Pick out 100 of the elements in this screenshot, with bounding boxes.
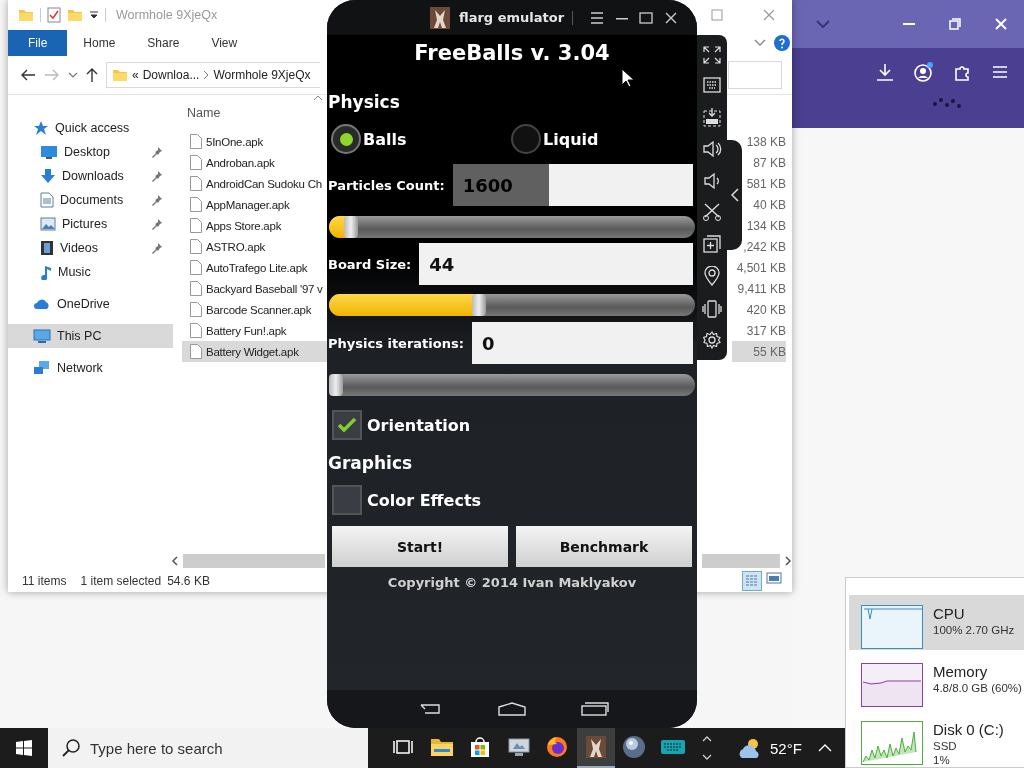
- file-item[interactable]: Battery Fun!.apk: [182, 320, 327, 341]
- column-header[interactable]: Name: [187, 106, 221, 120]
- resource-item[interactable]: CPU 100% 2.70 GHz: [849, 595, 1024, 650]
- nav-item[interactable]: Pictures: [8, 212, 173, 236]
- resource-item[interactable]: Disk 0 (C:) SSD 1%: [849, 711, 1024, 767]
- checkbox-label[interactable]: Orientation: [367, 415, 471, 435]
- file-item[interactable]: AppManager.apk: [182, 194, 327, 215]
- slider[interactable]: [329, 216, 695, 238]
- pin-icon[interactable]: [151, 194, 163, 206]
- overflow-mark[interactable]: «: [132, 68, 139, 82]
- slider-thumb[interactable]: [472, 294, 487, 316]
- breadcrumb[interactable]: Wormhole 9XjeQx: [213, 68, 311, 82]
- chevron-down-icon[interactable]: [754, 39, 766, 47]
- action-button[interactable]: Benchmark: [516, 526, 692, 567]
- windows-logo-icon[interactable]: [16, 740, 32, 756]
- add-window-icon[interactable]: [703, 234, 721, 253]
- temperature[interactable]: 52°F: [770, 739, 802, 757]
- scrollbar-track[interactable]: [702, 554, 780, 568]
- input-field[interactable]: 44: [419, 243, 693, 285]
- copyright-text: Copyright © 2014 Ivan Maklyakov: [387, 575, 637, 590]
- scroll-arrows-icon[interactable]: [702, 735, 712, 761]
- restore-icon[interactable]: [949, 18, 961, 30]
- pin-icon[interactable]: [151, 170, 163, 182]
- chevron-left-icon[interactable]: [731, 188, 739, 202]
- menu-icon[interactable]: [589, 11, 604, 24]
- back-arrow-icon[interactable]: [20, 69, 36, 81]
- file-item[interactable]: Battery Widget.apk: [182, 341, 327, 362]
- nav-item[interactable]: Desktop: [8, 140, 173, 164]
- pin-icon[interactable]: [151, 146, 163, 158]
- radio-button[interactable]: [511, 124, 541, 154]
- ribbon-tab[interactable]: View: [195, 30, 254, 56]
- nav-item[interactable]: Music: [8, 260, 173, 284]
- nav-item[interactable]: Downloads: [8, 164, 173, 188]
- breadcrumb[interactable]: Downloa...: [142, 68, 200, 82]
- up-arrow-icon[interactable]: [86, 67, 98, 83]
- volume-up-icon[interactable]: [702, 140, 722, 159]
- large-icons-view-icon[interactable]: [766, 571, 782, 585]
- checkbox[interactable]: [332, 485, 362, 515]
- pin-icon[interactable]: [151, 218, 163, 230]
- checkbox[interactable]: [332, 410, 362, 440]
- address-bar[interactable]: « Downloa... Wormhole 9XjeQx: [106, 62, 320, 88]
- slider[interactable]: [329, 374, 695, 396]
- ribbon-tab[interactable]: Share: [131, 30, 196, 56]
- nav-item[interactable]: Videos: [8, 236, 173, 260]
- collapse-tab[interactable]: [727, 140, 742, 250]
- file-icon: [190, 260, 202, 275]
- scrollbar-track[interactable]: [183, 554, 325, 568]
- file-item[interactable]: AutoTrafego Lite.apk: [182, 257, 327, 278]
- checkbox-label[interactable]: Color Effects: [367, 490, 482, 510]
- cursor-icon: [621, 68, 635, 88]
- home-icon[interactable]: [498, 702, 526, 716]
- help-icon[interactable]: [774, 35, 790, 51]
- caret-icon[interactable]: [89, 11, 99, 19]
- pin-icon[interactable]: [151, 242, 163, 254]
- close-icon[interactable]: [664, 11, 677, 24]
- sort-caret-icon[interactable]: [313, 95, 323, 101]
- location-pin-icon[interactable]: [704, 266, 720, 287]
- properties-icon[interactable]: [47, 7, 61, 23]
- scroll-left-icon[interactable]: [171, 556, 179, 566]
- profile-icon[interactable]: [914, 62, 934, 82]
- file-item[interactable]: AndroidCan Sudoku Ch: [182, 173, 327, 194]
- slider-thumb[interactable]: [329, 374, 343, 396]
- ribbon-tab[interactable]: Home: [67, 30, 132, 56]
- nav-item[interactable]: This PC: [8, 324, 173, 348]
- settings-icon[interactable]: [703, 331, 721, 350]
- file-item[interactable]: Androban.apk: [182, 152, 327, 173]
- vibrate-phone-icon[interactable]: [702, 299, 722, 318]
- nav-item[interactable]: Quick access: [8, 116, 173, 140]
- maximize-icon[interactable]: [639, 11, 654, 24]
- apk-install-icon[interactable]: [703, 106, 721, 127]
- nav-item[interactable]: OneDrive: [8, 292, 173, 316]
- volume-down-icon[interactable]: [703, 171, 721, 190]
- radio-label[interactable]: Balls: [363, 129, 407, 149]
- store-bag-icon: [469, 736, 492, 758]
- search-field[interactable]: [728, 61, 782, 89]
- search-field[interactable]: Type here to search: [48, 728, 368, 768]
- nav-item[interactable]: Network: [8, 356, 173, 380]
- fullscreen-icon[interactable]: [703, 45, 721, 64]
- file-item[interactable]: 5InOne.apk: [182, 131, 327, 152]
- scissors-icon[interactable]: [703, 203, 721, 222]
- ribbon-tab[interactable]: File: [8, 30, 68, 56]
- file-item[interactable]: Backyard Baseball '97 v: [182, 278, 327, 299]
- file-item[interactable]: Apps Store.apk: [182, 215, 327, 236]
- chevron-right-icon[interactable]: [203, 70, 210, 80]
- recents-icon[interactable]: [581, 702, 610, 716]
- download-icon[interactable]: [876, 63, 894, 81]
- slider[interactable]: [329, 294, 695, 316]
- file-item[interactable]: Barcode Scanner.apk: [182, 299, 327, 320]
- puzzle-piece-icon[interactable]: [954, 63, 972, 81]
- scroll-right-icon[interactable]: [784, 556, 792, 566]
- nav-item[interactable]: Documents: [8, 188, 173, 212]
- action-button[interactable]: Start!: [332, 526, 508, 567]
- keyboard-icon[interactable]: [703, 77, 721, 94]
- taskbar-app[interactable]: [576, 728, 615, 768]
- file-item[interactable]: ASTRO.apk: [182, 236, 327, 257]
- chevron-up-icon[interactable]: [817, 744, 832, 752]
- radio-button[interactable]: [331, 124, 361, 154]
- input-field[interactable]: 0: [471, 322, 693, 364]
- radio-label[interactable]: Liquid: [543, 129, 599, 149]
- resource-item[interactable]: Memory 4.8/8.0 GB (60%): [849, 653, 1024, 708]
